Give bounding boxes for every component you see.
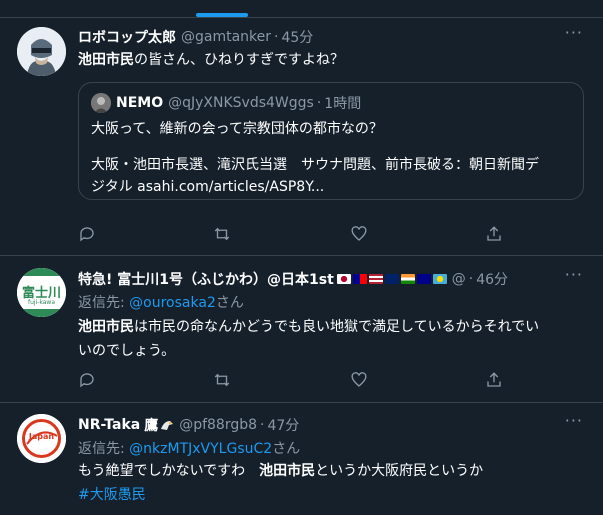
reply-icon[interactable] (78, 225, 98, 245)
highlighted-term: 池田市民 (78, 319, 134, 335)
more-icon[interactable]: ··· (565, 265, 583, 284)
timestamp[interactable]: 46分 (476, 269, 508, 289)
tweet-text-line-2: いのでしょう。 (78, 343, 176, 359)
tweet-text: 池田市民の皆さん、ひねりすぎですよね？ (78, 48, 583, 72)
username[interactable]: @gamtanker (181, 29, 271, 45)
retweet-icon[interactable] (213, 371, 233, 391)
palau-flag-icon (432, 274, 447, 284)
tweet-actions (78, 225, 501, 245)
avatar-text: Japan (28, 432, 55, 441)
quoted-timestamp[interactable]: 1時間 (324, 93, 361, 113)
avatar[interactable]: Japan (17, 414, 66, 463)
tweet-actions (78, 371, 501, 391)
display-name-suffix[interactable]: 鷹 (144, 415, 158, 435)
separator-dot: · (260, 417, 265, 433)
reply-suffix: さん (272, 441, 301, 457)
reply-suffix: さん (215, 295, 244, 311)
username[interactable]: @pf88rgb8 (179, 417, 257, 433)
highlighted-term: 池田市民 (78, 52, 134, 68)
retweet-icon[interactable] (213, 225, 233, 245)
reply-context: 返信先: @ourosaka2さん (78, 292, 244, 312)
quoted-text-line-3[interactable]: ジタル asahi.com/articles/ASP8Y... (91, 175, 571, 199)
quoted-tweet[interactable]: NEMO @qJyXNKSvds4Wggs · 1時間 大阪って、維新の会って宗… (78, 82, 584, 200)
tweet-text: 池田市民は市民の命なんかどうでも良い地獄で満足しているからそれでい いのでしょう… (78, 315, 583, 363)
share-icon[interactable] (485, 225, 505, 245)
quoted-display-name[interactable]: NEMO (116, 95, 163, 111)
timestamp[interactable]: 45分 (281, 27, 313, 47)
flag-emojis (336, 274, 447, 284)
robocop-avatar-image (17, 27, 66, 76)
reply-mention-link[interactable]: @nkzMTJxVYLGsuC2 (129, 441, 272, 457)
tweet-2[interactable]: 富士川 fuji-kawa 特急! 富士川1号（ふじかわ）@日本1st @ · … (0, 257, 603, 403)
like-icon[interactable] (350, 371, 370, 391)
hashtag-link[interactable]: #大阪愚民 (78, 487, 146, 503)
uk-flag-icon (384, 274, 399, 284)
like-icon[interactable] (350, 225, 370, 245)
quoted-text-line-2: 大阪・池田市長選、滝沢氏当選 サウナ問題、前市長破る：朝日新聞デ (91, 157, 539, 173)
nemo-avatar-image (91, 93, 111, 113)
avatar[interactable]: 富士川 fuji-kawa (17, 268, 66, 317)
username[interactable]: @ (452, 271, 466, 287)
more-icon[interactable]: ··· (565, 411, 583, 430)
separator-dot: · (274, 29, 279, 45)
japan-flag-icon (336, 274, 351, 284)
eagle-icon (160, 419, 174, 431)
tweet-text-post: というか大阪府民というか (315, 463, 484, 479)
tweet-1[interactable]: ロボコップ太郎 @gamtanker · 45分 ··· 池田市民の皆さん、ひね… (0, 18, 603, 256)
tweet-header: ロボコップ太郎 @gamtanker · 45分 (78, 27, 313, 47)
reply-prefix: 返信先: (78, 295, 130, 311)
reply-prefix: 返信先: (78, 441, 130, 457)
avatar-subtext: fuji-kawa (27, 299, 56, 306)
tweet-text-rest: の皆さん、ひねりすぎですよね？ (134, 52, 344, 68)
quoted-avatar[interactable] (91, 93, 111, 113)
tweet-text-pre: もう絶望でしかないですわ (78, 463, 260, 479)
reply-icon[interactable] (78, 371, 98, 391)
usa-flag-icon (368, 274, 383, 284)
quoted-tweet-header: NEMO @qJyXNKSvds4Wggs · 1時間 (91, 93, 361, 113)
australia-flag-icon (416, 274, 431, 284)
display-name[interactable]: ロボコップ太郎 (78, 27, 176, 47)
tweet-header: NR-Taka 鷹 @pf88rgb8 · 47分 (78, 415, 299, 435)
separator-dot: · (316, 95, 322, 111)
quoted-username[interactable]: @qJyXNKSvds4Wggs (168, 95, 314, 111)
tweet-text: もう絶望でしかないですわ 池田市民というか大阪府民というか #大阪愚民 (78, 459, 583, 507)
india-flag-icon (400, 274, 415, 284)
reply-context: 返信先: @nkzMTJxVYLGsuC2さん (78, 438, 300, 458)
separator-dot: · (468, 271, 474, 287)
highlighted-term: 池田市民 (259, 463, 316, 479)
avatar[interactable] (17, 27, 66, 76)
display-name[interactable]: 特急! 富士川1号（ふじかわ）@日本1st (78, 269, 334, 289)
reply-mention-link[interactable]: @ourosaka2 (129, 295, 216, 311)
tweet-header: 特急! 富士川1号（ふじかわ）@日本1st @ · 46分 (78, 269, 508, 289)
more-icon[interactable]: ··· (565, 23, 583, 42)
share-icon[interactable] (485, 371, 505, 391)
taiwan-flag-icon (352, 274, 367, 284)
timestamp[interactable]: 47分 (267, 415, 299, 435)
tweet-3[interactable]: Japan NR-Taka 鷹 @pf88rgb8 · 47分 ··· 返信先:… (0, 404, 603, 515)
quoted-text-line-1: 大阪って、維新の会って宗教団体の都市なの？ (91, 121, 383, 137)
display-name[interactable]: NR-Taka (78, 417, 140, 433)
tweet-text-line-1: は市民の命なんかどうでも良い地獄で満足しているからそれでい (134, 319, 540, 335)
